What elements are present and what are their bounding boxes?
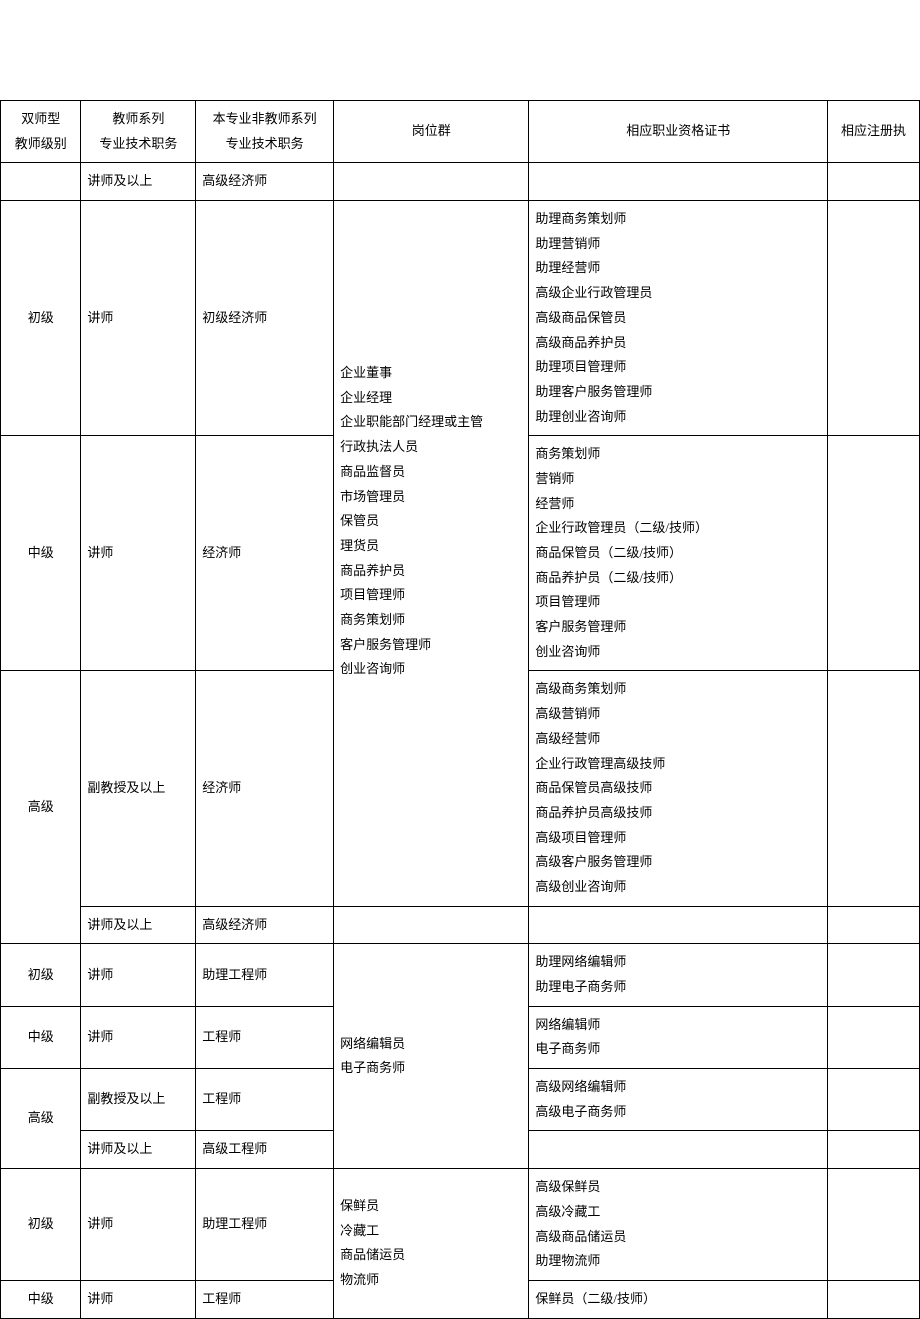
header-teacher-title: 教师系列专业技术职务 bbox=[81, 101, 196, 163]
header-register: 相应注册执 bbox=[828, 101, 920, 163]
cell-nonteacher-title: 工程师 bbox=[196, 1006, 334, 1068]
cell-register bbox=[828, 1131, 920, 1169]
cell-positions bbox=[334, 163, 529, 201]
cell-certs: 助理网络编辑师助理电子商务师 bbox=[529, 944, 828, 1006]
header-level: 双师型教师级别 bbox=[1, 101, 81, 163]
cell-teacher-title: 讲师 bbox=[81, 944, 196, 1006]
cell-certs: 保鲜员（二级/技师） bbox=[529, 1280, 828, 1318]
cell-register bbox=[828, 201, 920, 436]
cell-teacher-title: 讲师 bbox=[81, 1006, 196, 1068]
cell-register bbox=[828, 436, 920, 671]
table-row: 讲师及以上 高级经济师 bbox=[1, 906, 920, 944]
cell-certs: 网络编辑师电子商务师 bbox=[529, 1006, 828, 1068]
cell-nonteacher-title: 工程师 bbox=[196, 1069, 334, 1131]
table-row: 初级 讲师 助理工程师 保鲜员冷藏工商品储运员物流师 高级保鲜员高级冷藏工高级商… bbox=[1, 1169, 920, 1281]
cell-register bbox=[828, 163, 920, 201]
cell-certs bbox=[529, 1131, 828, 1169]
cell-register bbox=[828, 906, 920, 944]
cell-teacher-title: 讲师及以上 bbox=[81, 1131, 196, 1169]
header-nonteacher-title: 本专业非教师系列专业技术职务 bbox=[196, 101, 334, 163]
cell-teacher-title: 讲师 bbox=[81, 436, 196, 671]
table-row: 初级 讲师 初级经济师 企业董事企业经理企业职能部门经理或主管行政执法人员商品监… bbox=[1, 201, 920, 436]
cell-register bbox=[828, 1006, 920, 1068]
cell-teacher-title: 讲师 bbox=[81, 1169, 196, 1281]
cell-certs: 高级保鲜员高级冷藏工高级商品储运员助理物流师 bbox=[529, 1169, 828, 1281]
cell-certs: 商务策划师营销师经营师企业行政管理员（二级/技师）商品保管员（二级/技师）商品养… bbox=[529, 436, 828, 671]
cell-level: 中级 bbox=[1, 1280, 81, 1318]
cell-positions: 保鲜员冷藏工商品储运员物流师 bbox=[334, 1169, 529, 1318]
cell-teacher-title: 副教授及以上 bbox=[81, 1069, 196, 1131]
cell-positions bbox=[334, 906, 529, 944]
cell-level: 初级 bbox=[1, 1169, 81, 1281]
cell-level: 初级 bbox=[1, 201, 81, 436]
cell-level: 高级 bbox=[1, 1069, 81, 1169]
cell-register bbox=[828, 944, 920, 1006]
cell-positions: 网络编辑员电子商务师 bbox=[334, 944, 529, 1169]
cell-register bbox=[828, 1069, 920, 1131]
cell-teacher-title: 讲师 bbox=[81, 1280, 196, 1318]
header-certs: 相应职业资格证书 bbox=[529, 101, 828, 163]
cell-nonteacher-title: 经济师 bbox=[196, 436, 334, 671]
cell-register bbox=[828, 671, 920, 906]
cell-nonteacher-title: 经济师 bbox=[196, 671, 334, 906]
cell-level: 中级 bbox=[1, 1006, 81, 1068]
table-row: 初级 讲师 助理工程师 网络编辑员电子商务师 助理网络编辑师助理电子商务师 bbox=[1, 944, 920, 1006]
cell-teacher-title: 讲师 bbox=[81, 201, 196, 436]
cell-level bbox=[1, 163, 81, 201]
cell-nonteacher-title: 工程师 bbox=[196, 1280, 334, 1318]
cell-certs: 高级网络编辑师高级电子商务师 bbox=[529, 1069, 828, 1131]
cell-certs bbox=[529, 906, 828, 944]
cell-level: 初级 bbox=[1, 944, 81, 1006]
table-row: 讲师及以上 高级经济师 bbox=[1, 163, 920, 201]
header-positions: 岗位群 bbox=[334, 101, 529, 163]
cell-level: 中级 bbox=[1, 436, 81, 671]
cell-teacher-title: 副教授及以上 bbox=[81, 671, 196, 906]
cell-nonteacher-title: 高级经济师 bbox=[196, 163, 334, 201]
cell-level: 高级 bbox=[1, 671, 81, 944]
cell-register bbox=[828, 1280, 920, 1318]
cell-nonteacher-title: 助理工程师 bbox=[196, 944, 334, 1006]
cell-register bbox=[828, 1169, 920, 1281]
header-row: 双师型教师级别 教师系列专业技术职务 本专业非教师系列专业技术职务 岗位群 相应… bbox=[1, 101, 920, 163]
cell-certs bbox=[529, 163, 828, 201]
cell-nonteacher-title: 高级经济师 bbox=[196, 906, 334, 944]
cell-teacher-title: 讲师及以上 bbox=[81, 906, 196, 944]
cell-certs: 高级商务策划师高级营销师高级经营师企业行政管理高级技师商品保管员高级技师商品养护… bbox=[529, 671, 828, 906]
qualification-table: 双师型教师级别 教师系列专业技术职务 本专业非教师系列专业技术职务 岗位群 相应… bbox=[0, 100, 920, 1319]
cell-nonteacher-title: 助理工程师 bbox=[196, 1169, 334, 1281]
cell-teacher-title: 讲师及以上 bbox=[81, 163, 196, 201]
cell-positions: 企业董事企业经理企业职能部门经理或主管行政执法人员商品监督员市场管理员保管员理货… bbox=[334, 201, 529, 907]
cell-nonteacher-title: 初级经济师 bbox=[196, 201, 334, 436]
cell-nonteacher-title: 高级工程师 bbox=[196, 1131, 334, 1169]
cell-certs: 助理商务策划师助理营销师助理经营师高级企业行政管理员高级商品保管员高级商品养护员… bbox=[529, 201, 828, 436]
